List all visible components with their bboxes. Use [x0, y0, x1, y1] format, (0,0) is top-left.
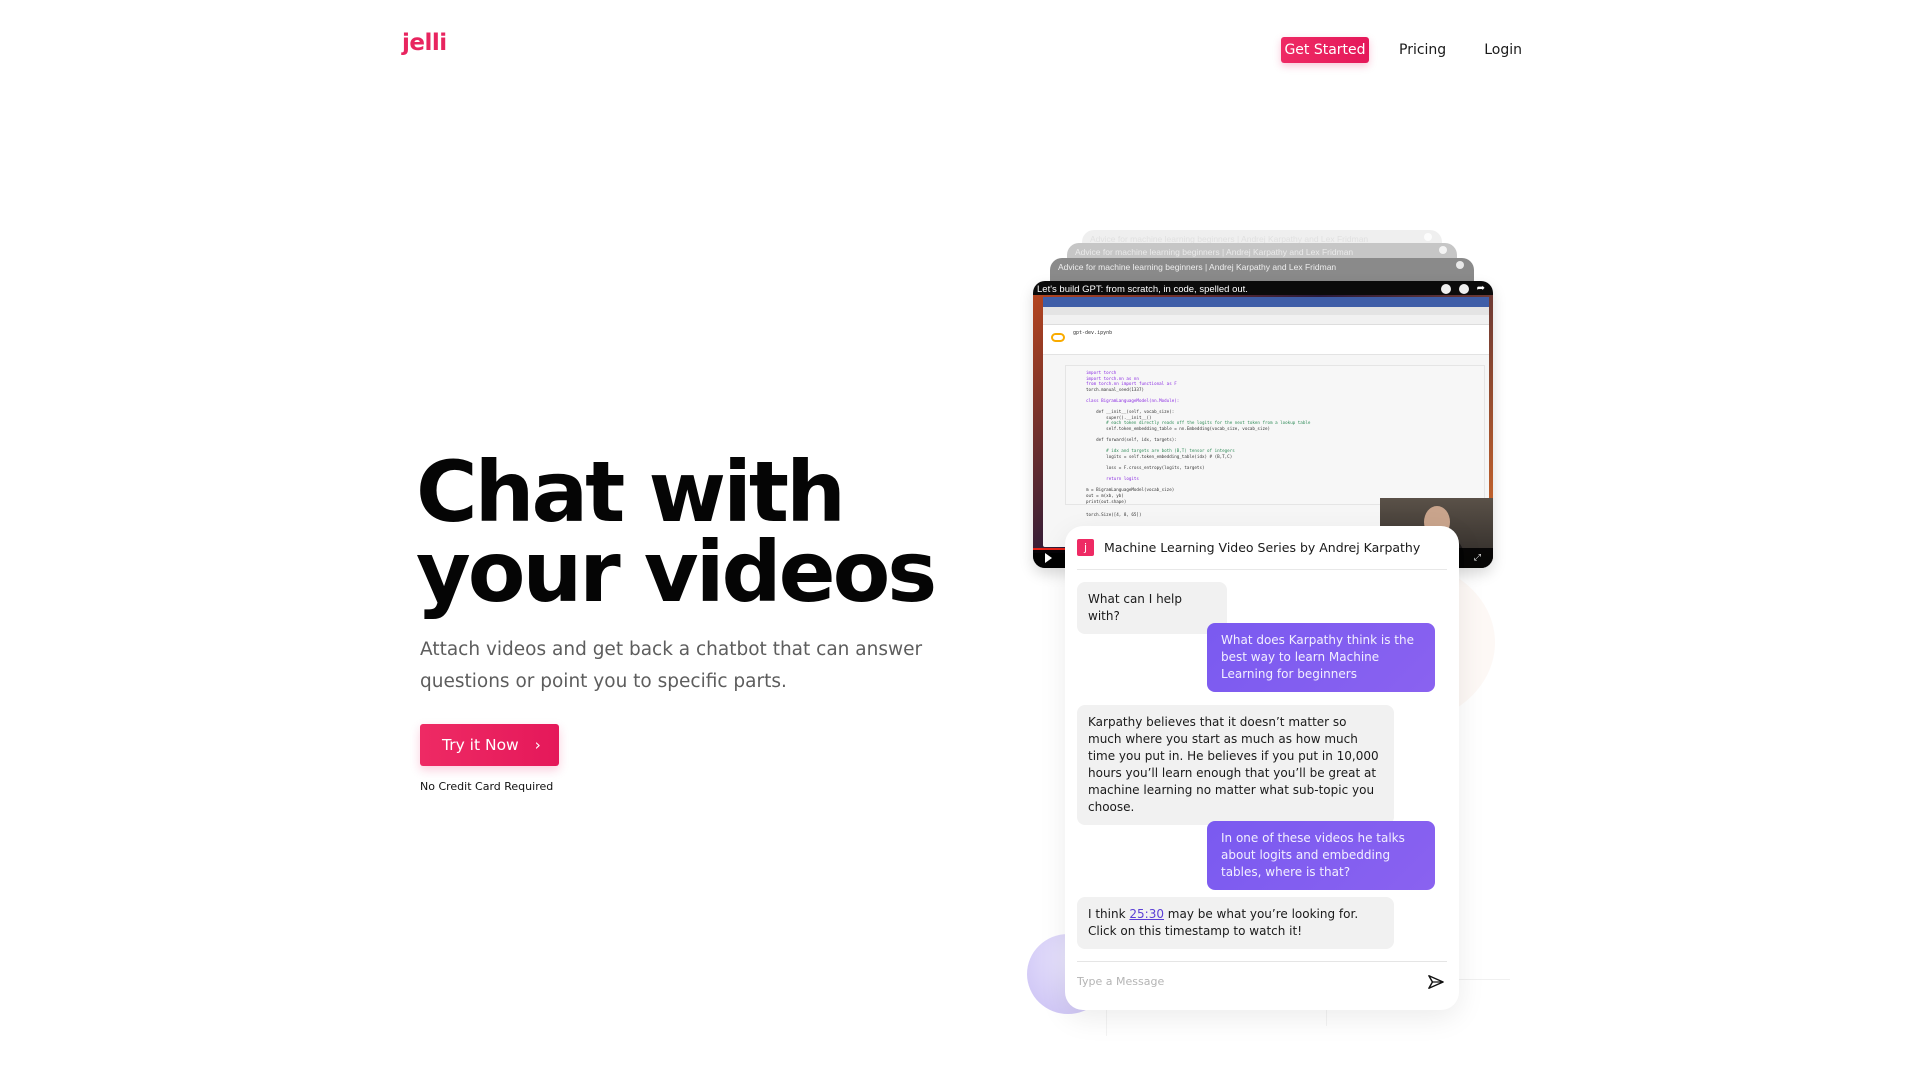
jelli-logo-icon: j: [1077, 539, 1094, 556]
info-icon[interactable]: [1440, 284, 1451, 294]
clock-icon: [1424, 233, 1432, 241]
share-icon[interactable]: ➦: [1477, 284, 1485, 294]
no-credit-card-note: No Credit Card Required: [420, 780, 554, 793]
clock-icon: [1456, 261, 1464, 269]
message-input[interactable]: [1077, 975, 1377, 988]
chat-title: Machine Learning Video Series by Andrej …: [1104, 540, 1421, 555]
decorative-line: [1106, 1010, 1107, 1036]
clock-icon: [1439, 246, 1447, 254]
chat-message-user: In one of these videos he talks about lo…: [1207, 821, 1435, 890]
video-player[interactable]: Let's build GPT: from scratch, in code, …: [1033, 281, 1493, 568]
chat-header: j Machine Learning Video Series by Andre…: [1077, 526, 1447, 570]
try-it-now-label: Try it Now: [442, 736, 519, 754]
clock-icon[interactable]: [1458, 284, 1469, 294]
chat-input-row: [1077, 961, 1447, 1001]
top-nav: Get Started Pricing Login: [1281, 37, 1522, 63]
hero-subtitle: Attach videos and get back a chatbot tha…: [420, 639, 923, 692]
send-icon[interactable]: [1427, 974, 1445, 990]
chat-widget: j Machine Learning Video Series by Andre…: [1065, 526, 1459, 1010]
chat-message-bot: I think 25:30 may be what you’re looking…: [1077, 897, 1394, 949]
chat-message-bot: Karpathy believes that it doesn’t matter…: [1077, 705, 1394, 825]
notebook-name: gpt-dev.ipynb: [1073, 330, 1113, 336]
timestamp-link[interactable]: 25:30: [1129, 907, 1164, 921]
nav-link-pricing[interactable]: Pricing: [1399, 42, 1446, 58]
hero-title-line-2: your videos: [416, 523, 937, 621]
play-icon[interactable]: [1045, 553, 1052, 563]
try-it-now-button[interactable]: Try it Now ›: [420, 724, 559, 766]
video-title: Let's build GPT: from scratch, in code, …: [1037, 284, 1248, 295]
logo[interactable]: jelli: [402, 30, 447, 56]
fullscreen-icon[interactable]: ⤢: [1474, 552, 1481, 563]
colab-logo-icon: [1051, 333, 1065, 342]
code-cell: import torch import torch.nn as nn from to…: [1065, 365, 1485, 517]
chat-message-bot: What can I help with?: [1077, 582, 1227, 634]
video-frame: gpt-dev.ipynb import torch import torch.n…: [1033, 295, 1493, 568]
video-title: Advice for machine learning beginners | …: [1058, 262, 1337, 272]
hero-title: Chat with your videos: [416, 450, 937, 614]
chevron-right-icon: ›: [534, 736, 541, 754]
nav-link-login[interactable]: Login: [1484, 42, 1522, 58]
get-started-button[interactable]: Get Started: [1281, 37, 1369, 63]
chat-message-user: What does Karpathy think is the best way…: [1207, 623, 1435, 692]
